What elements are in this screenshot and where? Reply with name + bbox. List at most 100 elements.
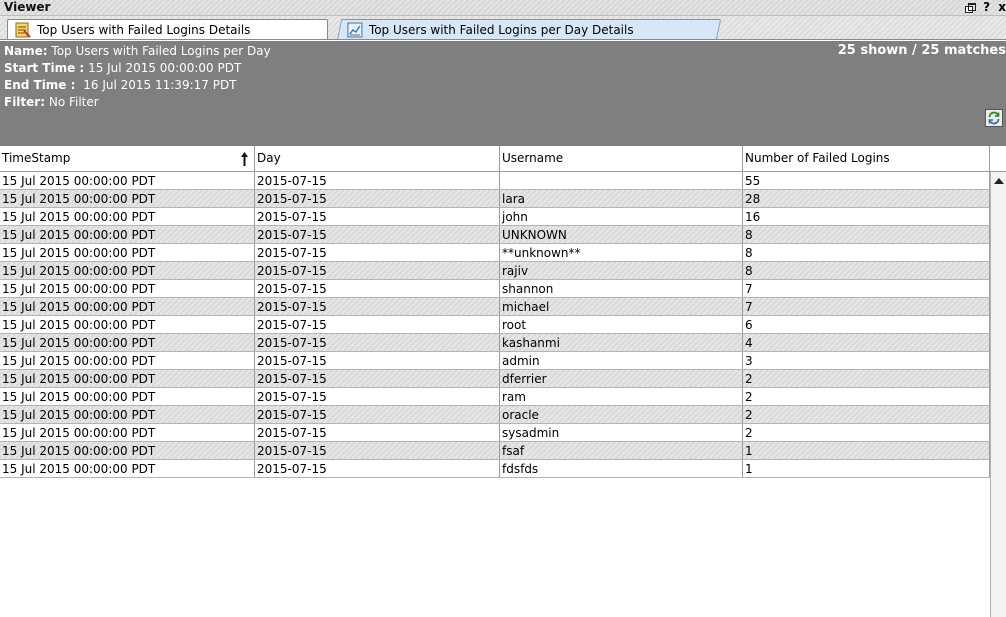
table-row[interactable]: 15 Jul 2015 00:00:00 PDT 2015-07-15 root 6 xyxy=(0,316,990,334)
column-header-day[interactable]: Day xyxy=(255,146,500,171)
window-title: Viewer xyxy=(4,0,51,14)
username-cell: **unknown** xyxy=(500,244,743,261)
timestamp-cell: 15 Jul 2015 00:00:00 PDT xyxy=(0,370,255,387)
failed-logins-cell: 55 xyxy=(743,172,990,189)
failed-logins-cell: 2 xyxy=(743,424,990,441)
day-cell: 2015-07-15 xyxy=(255,370,500,387)
failed-logins-cell: 28 xyxy=(743,190,990,207)
timestamp-cell: 15 Jul 2015 00:00:00 PDT xyxy=(0,352,255,369)
failed-logins-cell: 8 xyxy=(743,244,990,261)
timestamp-cell: 15 Jul 2015 00:00:00 PDT xyxy=(0,406,255,423)
tab-strip: Top Users with Failed Logins Details Top… xyxy=(0,16,1006,40)
username-cell: admin xyxy=(500,352,743,369)
timestamp-cell: 15 Jul 2015 00:00:00 PDT xyxy=(0,208,255,225)
day-cell: 2015-07-15 xyxy=(255,298,500,315)
timestamp-cell: 15 Jul 2015 00:00:00 PDT xyxy=(0,298,255,315)
username-cell: dferrier xyxy=(500,370,743,387)
name-label: Name: xyxy=(4,44,48,58)
table-row[interactable]: 15 Jul 2015 00:00:00 PDT 2015-07-15 rajiv 8 xyxy=(0,262,990,280)
table-row[interactable]: 15 Jul 2015 00:00:00 PDT 2015-07-15 **unkn… xyxy=(0,244,990,262)
username-cell xyxy=(500,172,743,189)
report-name-line: Name: Top Users with Failed Logins per D… xyxy=(4,43,271,59)
day-cell: 2015-07-15 xyxy=(255,244,500,261)
day-cell: 2015-07-15 xyxy=(255,262,500,279)
day-cell: 2015-07-15 xyxy=(255,388,500,405)
sort-ascending-icon xyxy=(241,152,248,166)
table-row[interactable]: 15 Jul 2015 00:00:00 PDT 2015-07-15 john 16 xyxy=(0,208,990,226)
end-time-label: End Time : xyxy=(4,78,76,92)
day-cell: 2015-07-15 xyxy=(255,172,500,189)
table-row[interactable]: 15 Jul 2015 00:00:00 PDT 2015-07-15 sysadm… xyxy=(0,424,990,442)
refresh-button[interactable] xyxy=(985,109,1003,127)
failed-logins-cell: 8 xyxy=(743,262,990,279)
day-cell: 2015-07-15 xyxy=(255,334,500,351)
day-cell: 2015-07-15 xyxy=(255,460,500,477)
table-row[interactable]: 15 Jul 2015 00:00:00 PDT 2015-07-15 shanno… xyxy=(0,280,990,298)
column-header-failed-logins[interactable]: Number of Failed Logins xyxy=(743,146,990,171)
timestamp-cell: 15 Jul 2015 00:00:00 PDT xyxy=(0,226,255,243)
start-time-label: Start Time : xyxy=(4,61,85,75)
timestamp-cell: 15 Jul 2015 00:00:00 PDT xyxy=(0,280,255,297)
username-cell: lara xyxy=(500,190,743,207)
window-controls: ? x xyxy=(961,0,1006,15)
failed-logins-cell: 2 xyxy=(743,370,990,387)
day-cell: 2015-07-15 xyxy=(255,352,500,369)
table-row[interactable]: 15 Jul 2015 00:00:00 PDT 2015-07-15 fdsfds… xyxy=(0,460,990,478)
username-cell: john xyxy=(500,208,743,225)
timestamp-cell: 15 Jul 2015 00:00:00 PDT xyxy=(0,460,255,477)
vertical-scrollbar[interactable] xyxy=(990,172,1006,617)
day-cell: 2015-07-15 xyxy=(255,424,500,441)
failed-logins-cell: 6 xyxy=(743,316,990,333)
tab-label: Top Users with Failed Logins per Day Det… xyxy=(369,22,634,37)
table-row[interactable]: 15 Jul 2015 00:00:00 PDT 2015-07-15 admin 3 xyxy=(0,352,990,370)
table-row[interactable]: 15 Jul 2015 00:00:00 PDT 2015-07-15 fsaf 1 xyxy=(0,442,990,460)
failed-logins-cell: 7 xyxy=(743,298,990,315)
tab-label: Top Users with Failed Logins Details xyxy=(37,22,251,37)
tab-failed-logins-per-day-details[interactable]: Top Users with Failed Logins per Day Det… xyxy=(337,19,722,39)
failed-logins-cell: 1 xyxy=(743,460,990,477)
end-time-value: 16 Jul 2015 11:39:17 PDT xyxy=(83,78,237,92)
day-cell: 2015-07-15 xyxy=(255,316,500,333)
table-row[interactable]: 15 Jul 2015 00:00:00 PDT 2015-07-15 55 xyxy=(0,172,990,190)
table-row[interactable]: 15 Jul 2015 00:00:00 PDT 2015-07-15 UNKNOW… xyxy=(0,226,990,244)
report-name: Top Users with Failed Logins per Day xyxy=(51,44,271,58)
table-row[interactable]: 15 Jul 2015 00:00:00 PDT 2015-07-15 lara 28 xyxy=(0,190,990,208)
username-cell: rajiv xyxy=(500,262,743,279)
tab-failed-logins-details[interactable]: Top Users with Failed Logins Details xyxy=(7,19,328,39)
timestamp-cell: 15 Jul 2015 00:00:00 PDT xyxy=(0,424,255,441)
table-row[interactable]: 15 Jul 2015 00:00:00 PDT 2015-07-15 dferri… xyxy=(0,370,990,388)
close-button[interactable]: x xyxy=(998,0,1006,14)
help-button[interactable]: ? xyxy=(983,0,990,14)
username-cell: kashanmi xyxy=(500,334,743,351)
column-header-timestamp[interactable]: TimeStamp xyxy=(0,146,255,171)
report-info-panel: Name: Top Users with Failed Logins per D… xyxy=(0,41,1006,146)
timestamp-cell: 15 Jul 2015 00:00:00 PDT xyxy=(0,172,255,189)
username-cell: UNKNOWN xyxy=(500,226,743,243)
table-row[interactable]: 15 Jul 2015 00:00:00 PDT 2015-07-15 kashan… xyxy=(0,334,990,352)
timestamp-cell: 15 Jul 2015 00:00:00 PDT xyxy=(0,316,255,333)
failed-logins-cell: 4 xyxy=(743,334,990,351)
timestamp-cell: 15 Jul 2015 00:00:00 PDT xyxy=(0,442,255,459)
start-time-value: 15 Jul 2015 00:00:00 PDT xyxy=(88,61,242,75)
failed-logins-cell: 16 xyxy=(743,208,990,225)
failed-logins-cell: 8 xyxy=(743,226,990,243)
failed-logins-cell: 2 xyxy=(743,406,990,423)
table-row[interactable]: 15 Jul 2015 00:00:00 PDT 2015-07-15 michae… xyxy=(0,298,990,316)
match-count: 25 shown / 25 matches xyxy=(837,43,1006,58)
timestamp-cell: 15 Jul 2015 00:00:00 PDT xyxy=(0,190,255,207)
filter-value: No Filter xyxy=(48,95,99,109)
filter-label: Filter: xyxy=(4,95,46,109)
timestamp-cell: 15 Jul 2015 00:00:00 PDT xyxy=(0,244,255,261)
chart-report-icon xyxy=(347,22,363,37)
username-cell: michael xyxy=(500,298,743,315)
table-row[interactable]: 15 Jul 2015 00:00:00 PDT 2015-07-15 oracle… xyxy=(0,406,990,424)
viewer-window: Viewer ? x Top Users with Failed Logins … xyxy=(0,0,1006,617)
day-cell: 2015-07-15 xyxy=(255,406,500,423)
table-row[interactable]: 15 Jul 2015 00:00:00 PDT 2015-07-15 ram 2 xyxy=(0,388,990,406)
username-cell: ram xyxy=(500,388,743,405)
timestamp-cell: 15 Jul 2015 00:00:00 PDT xyxy=(0,262,255,279)
restore-icon[interactable] xyxy=(964,3,976,13)
scroll-up-icon[interactable] xyxy=(994,178,1004,184)
column-header-username[interactable]: Username xyxy=(500,146,743,171)
day-cell: 2015-07-15 xyxy=(255,208,500,225)
